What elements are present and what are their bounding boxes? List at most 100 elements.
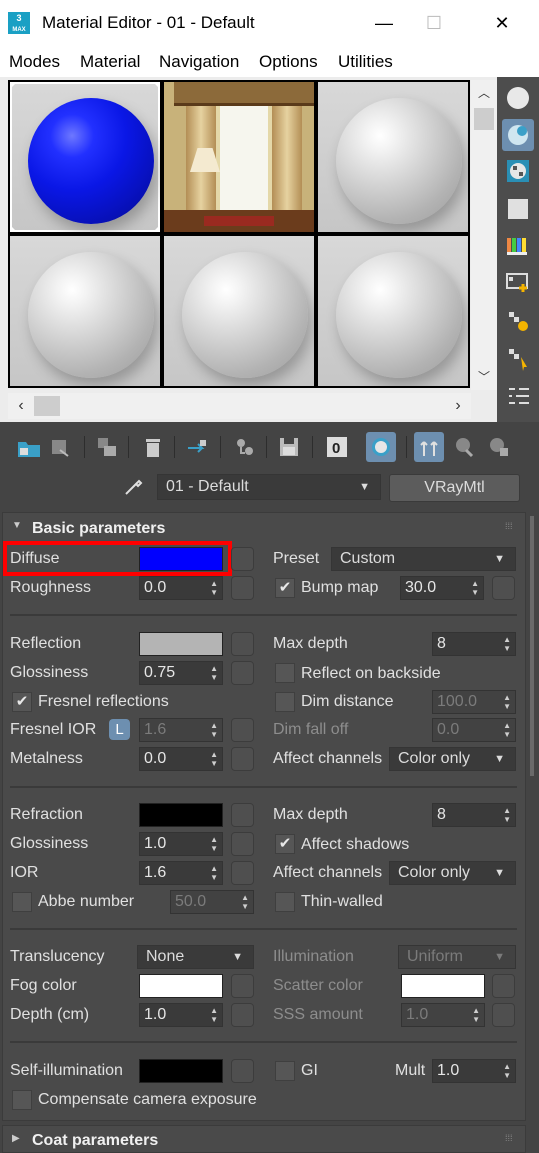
diffuse-map-button[interactable] — [231, 547, 254, 571]
reflection-map-button[interactable] — [231, 632, 254, 656]
scroll-right-arrow-icon[interactable]: › — [445, 393, 471, 419]
sample-horizontal-scrollbar[interactable]: ‹ › — [8, 393, 471, 419]
scroll-thumb[interactable] — [530, 516, 534, 776]
show-shaded-material-icon[interactable] — [366, 432, 396, 462]
refr-glossiness-spinner[interactable]: 1.0 ▲ ▼ — [139, 832, 223, 856]
coat-rollout-title[interactable]: Coat parameters — [32, 1132, 158, 1150]
spinner-arrows-icon[interactable]: ▲ ▼ — [503, 1062, 511, 1080]
refl-glossiness-spinner[interactable]: 0.75 ▲ ▼ — [139, 661, 223, 685]
spinner-arrows-icon[interactable]: ▲ ▼ — [210, 664, 218, 682]
sss-amount-spinner[interactable]: 1.0 ▲ ▼ — [401, 1003, 485, 1027]
rollout-title[interactable]: Basic parameters — [32, 520, 165, 538]
scroll-up-arrow-icon[interactable]: ︿ — [472, 80, 496, 106]
menu-modes[interactable]: Modes — [9, 52, 60, 72]
bump-map-spinner[interactable]: 30.0 ▲ ▼ — [400, 576, 484, 600]
scroll-down-arrow-icon[interactable]: ﹀ — [472, 364, 496, 390]
select-by-material-icon[interactable] — [505, 345, 533, 373]
roughness-map-button[interactable] — [231, 576, 254, 600]
eyedropper-icon[interactable] — [122, 474, 146, 498]
spinner-arrows-icon[interactable]: ▲ ▼ — [210, 1006, 218, 1024]
spinner-arrows-icon[interactable]: ▲ ▼ — [210, 835, 218, 853]
spinner-arrows-icon[interactable]: ▲ ▼ — [210, 750, 218, 768]
make-preview-icon[interactable] — [505, 270, 533, 298]
fresnel-ior-lock-button[interactable]: L — [109, 719, 130, 740]
go-to-parent-icon[interactable] — [414, 432, 444, 462]
metalness-map-button[interactable] — [231, 747, 254, 771]
maximize-button[interactable]: ☐ — [412, 10, 456, 36]
illumination-dropdown[interactable]: Uniform ▼ — [398, 945, 516, 969]
reflection-color-swatch[interactable] — [139, 632, 223, 656]
options-icon[interactable] — [505, 308, 533, 336]
fresnel-ior-spinner[interactable]: 1.6 ▲ ▼ — [139, 718, 223, 742]
bump-map-checkbox[interactable]: ✔ — [275, 578, 295, 598]
scatter-color-map-button[interactable] — [492, 974, 515, 998]
close-button[interactable]: ✕ — [480, 10, 524, 36]
self-illumination-color-swatch[interactable] — [139, 1059, 223, 1083]
material-map-navigator-toolbar-icon[interactable] — [484, 432, 514, 462]
self-illumination-map-button[interactable] — [231, 1059, 254, 1083]
dim-distance-spinner[interactable]: 100.0 ▲ ▼ — [432, 690, 516, 714]
menu-material[interactable]: Material — [80, 52, 140, 72]
fog-color-swatch[interactable] — [139, 974, 223, 998]
backlight-icon[interactable] — [502, 119, 534, 151]
ior-spinner[interactable]: 1.6 ▲ ▼ — [139, 861, 223, 885]
sample-slot-5[interactable] — [164, 236, 314, 386]
reflect-backside-checkbox[interactable]: ✔ — [275, 663, 295, 683]
get-material-icon[interactable] — [14, 432, 44, 462]
sample-slot-6[interactable] — [318, 236, 468, 386]
go-forward-to-sibling-icon[interactable] — [450, 432, 480, 462]
refr-affect-channels-dropdown[interactable]: Color only ▼ — [389, 861, 516, 885]
refl-glossiness-map-button[interactable] — [231, 661, 254, 685]
sample-vertical-scrollbar[interactable]: ︿ ﹀ — [471, 80, 497, 390]
scroll-thumb[interactable] — [34, 396, 60, 416]
spinner-arrows-icon[interactable]: ▲ ▼ — [503, 721, 511, 739]
spinner-arrows-icon[interactable]: ▲ ▼ — [503, 693, 511, 711]
refl-max-depth-spinner[interactable]: 8 ▲ ▼ — [432, 632, 516, 656]
translucency-dropdown[interactable]: None ▼ — [137, 945, 254, 969]
affect-shadows-checkbox[interactable]: ✔ — [275, 834, 295, 854]
menu-utilities[interactable]: Utilities — [338, 52, 393, 72]
sample-slot-4[interactable] — [10, 236, 160, 386]
fresnel-ior-map-button[interactable] — [231, 718, 254, 742]
assign-material-to-selection-icon[interactable] — [92, 432, 122, 462]
delete-icon[interactable] — [138, 432, 168, 462]
material-type-button[interactable]: VRayMtl — [389, 474, 520, 502]
sample-type-icon[interactable] — [504, 84, 532, 112]
sample-uv-tiling-icon[interactable] — [505, 196, 533, 224]
material-map-navigator-icon[interactable] — [505, 383, 533, 411]
thin-walled-checkbox[interactable]: ✔ — [275, 892, 295, 912]
spinner-arrows-icon[interactable]: ▲ ▼ — [471, 579, 479, 597]
compensate-exposure-checkbox[interactable]: ✔ — [12, 1090, 32, 1110]
sample-slot-3[interactable] — [318, 82, 468, 232]
fog-color-map-button[interactable] — [231, 974, 254, 998]
make-material-copy-icon[interactable] — [230, 432, 260, 462]
refl-affect-channels-dropdown[interactable]: Color only ▼ — [389, 747, 516, 771]
parameters-scrollbar[interactable] — [527, 512, 537, 1152]
sss-amount-map-button[interactable] — [492, 1003, 515, 1027]
put-to-library-icon[interactable] — [274, 432, 304, 462]
menu-options[interactable]: Options — [259, 52, 318, 72]
background-icon[interactable] — [505, 158, 533, 186]
put-material-to-scene-icon[interactable] — [46, 432, 76, 462]
scatter-color-swatch[interactable] — [401, 974, 485, 998]
material-name-dropdown[interactable]: 01 - Default ▼ — [157, 474, 381, 500]
fresnel-checkbox[interactable]: ✔ — [12, 692, 32, 712]
ior-map-button[interactable] — [231, 861, 254, 885]
spinner-arrows-icon[interactable]: ▲ ▼ — [503, 806, 511, 824]
video-color-check-icon[interactable] — [505, 232, 533, 260]
refr-max-depth-spinner[interactable]: 8 ▲ ▼ — [432, 803, 516, 827]
make-unique-icon[interactable] — [182, 432, 212, 462]
minimize-button[interactable]: — — [362, 10, 406, 36]
refraction-map-button[interactable] — [231, 803, 254, 827]
scroll-thumb[interactable] — [474, 108, 494, 130]
spinner-arrows-icon[interactable]: ▲ ▼ — [210, 721, 218, 739]
collapse-triangle-icon[interactable]: ▼ — [12, 520, 22, 531]
mult-spinner[interactable]: 1.0 ▲ ▼ — [432, 1059, 516, 1083]
abbe-number-checkbox[interactable]: ✔ — [12, 892, 32, 912]
refr-glossiness-map-button[interactable] — [231, 832, 254, 856]
menu-navigation[interactable]: Navigation — [159, 52, 239, 72]
material-id-channel-icon[interactable]: 0 — [322, 432, 352, 462]
preset-dropdown[interactable]: Custom ▼ — [331, 547, 516, 571]
dim-distance-checkbox[interactable]: ✔ — [275, 692, 295, 712]
metalness-spinner[interactable]: 0.0 ▲ ▼ — [139, 747, 223, 771]
